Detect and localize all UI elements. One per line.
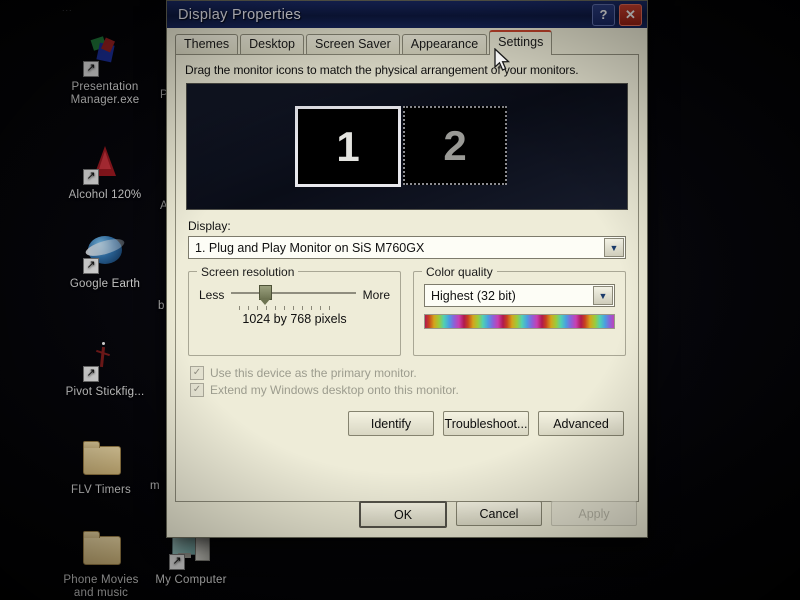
color-quality-dropdown[interactable]: Highest (32 bit) ▼ xyxy=(424,284,615,307)
desktop-icon-label: Google Earth xyxy=(69,278,141,290)
ok-button[interactable]: OK xyxy=(359,501,447,528)
checkbox-icon[interactable]: ✓ xyxy=(190,383,204,397)
troubleshoot-button[interactable]: Troubleshoot... xyxy=(443,411,529,436)
shortcut-arrow-icon: ↗ xyxy=(83,258,99,274)
settings-groups: Screen resolution Less More 1024 by 768 … xyxy=(188,265,626,356)
folder-icon xyxy=(79,438,123,480)
checkbox-icon[interactable]: ✓ xyxy=(190,366,204,380)
color-quality-group: Color quality Highest (32 bit) ▼ xyxy=(413,265,626,356)
desktop-icon-pivot-stickfigure[interactable]: ↗ Pivot Stickfig... xyxy=(57,340,153,399)
resolution-value: 1024 by 768 pixels xyxy=(242,312,347,326)
desktop-top-faint-text: ... xyxy=(62,3,73,13)
settings-action-buttons: Identify Troubleshoot... Advanced xyxy=(176,411,624,436)
desktop-icon-phone-movies[interactable]: Phone Movies and music xyxy=(53,528,149,600)
tab-appearance[interactable]: Appearance xyxy=(401,34,488,54)
display-properties-dialog: Display Properties ? ✕ Themes Desktop Sc… xyxy=(166,0,648,538)
slider-ticks xyxy=(238,306,334,310)
desktop-icon-label: Phone Movies and music xyxy=(63,574,139,599)
chevron-down-icon[interactable]: ▼ xyxy=(593,286,613,305)
tab-themes[interactable]: Themes xyxy=(175,34,239,54)
shortcut-arrow-icon: ↗ xyxy=(169,554,185,570)
extend-desktop-checkbox-row[interactable]: ✓ Extend my Windows desktop onto this mo… xyxy=(190,383,638,397)
chevron-down-icon[interactable]: ▼ xyxy=(604,238,624,257)
primary-monitor-checkbox-row[interactable]: ✓ Use this device as the primary monitor… xyxy=(190,366,638,380)
alcohol-120-icon: ↗ xyxy=(83,143,127,185)
monitor-arrangement-preview[interactable]: 1 2 xyxy=(186,83,628,210)
slider-less-label: Less xyxy=(199,288,225,302)
tab-screen-saver[interactable]: Screen Saver xyxy=(306,34,400,54)
slider-more-label: More xyxy=(362,288,390,302)
titlebar-buttons: ? ✕ xyxy=(592,4,642,26)
desktop-icon-label: Pivot Stickfig... xyxy=(65,386,145,398)
color-gradient-strip xyxy=(424,314,615,329)
occluded-label-m: m xyxy=(150,480,160,492)
screen-resolution-group: Screen resolution Less More 1024 by 768 … xyxy=(188,265,401,356)
presentation-manager-icon: ↗ xyxy=(83,35,127,77)
tab-desktop[interactable]: Desktop xyxy=(240,34,305,54)
dialog-title: Display Properties xyxy=(178,6,302,23)
monitor-2[interactable]: 2 xyxy=(403,106,507,185)
arrangement-hint: Drag the monitor icons to match the phys… xyxy=(185,63,579,77)
extend-desktop-label: Extend my Windows desktop onto this moni… xyxy=(210,383,459,397)
display-dropdown[interactable]: 1. Plug and Play Monitor on SiS M760GX ▼ xyxy=(188,236,626,259)
slider-thumb[interactable] xyxy=(258,285,272,305)
identify-button[interactable]: Identify xyxy=(348,411,434,436)
primary-monitor-label: Use this device as the primary monitor. xyxy=(210,366,417,380)
desktop-icon-presentation-manager[interactable]: ↗ Presentation Manager.exe xyxy=(57,35,153,107)
cancel-button[interactable]: Cancel xyxy=(456,501,542,526)
desktop-icon-label: My Computer xyxy=(155,574,227,586)
tab-settings[interactable]: Settings xyxy=(489,30,553,55)
occluded-label-b: b xyxy=(158,300,165,312)
monitor-checkboxes: ✓ Use this device as the primary monitor… xyxy=(190,366,638,397)
dialog-titlebar[interactable]: Display Properties ? ✕ xyxy=(167,1,647,28)
shortcut-arrow-icon: ↗ xyxy=(83,366,99,382)
pivot-stickfigure-icon: ↗ xyxy=(83,340,127,382)
dialog-footer-buttons: OK Cancel Apply xyxy=(359,501,637,528)
close-button[interactable]: ✕ xyxy=(619,4,642,26)
desktop-icon-label: Alcohol 120% xyxy=(68,189,142,201)
color-quality-value: Highest (32 bit) xyxy=(431,288,516,303)
color-quality-title: Color quality xyxy=(422,265,497,279)
advanced-button[interactable]: Advanced xyxy=(538,411,624,436)
desktop-icon-label: Presentation Manager.exe xyxy=(70,81,140,106)
resolution-slider-row: Less More xyxy=(199,284,390,310)
google-earth-icon: ↗ xyxy=(83,232,127,274)
monitor-1[interactable]: 1 xyxy=(295,106,401,187)
desktop-icon-flv-timers[interactable]: FLV Timers xyxy=(53,438,149,497)
display-label: Display: xyxy=(188,219,231,233)
shortcut-arrow-icon: ↗ xyxy=(83,169,99,185)
apply-button: Apply xyxy=(551,501,637,526)
resolution-slider[interactable] xyxy=(231,285,356,310)
desktop-icon-label: FLV Timers xyxy=(71,484,131,496)
screen-resolution-title: Screen resolution xyxy=(197,265,299,279)
slider-track-line xyxy=(231,292,356,294)
tab-strip: Themes Desktop Screen Saver Appearance S… xyxy=(167,30,647,55)
desktop-icon-alcohol-120[interactable]: ↗ Alcohol 120% xyxy=(57,143,153,202)
display-dropdown-value: 1. Plug and Play Monitor on SiS M760GX xyxy=(195,240,425,255)
folder-icon xyxy=(79,528,123,570)
help-button[interactable]: ? xyxy=(592,4,615,26)
settings-tab-page: Drag the monitor icons to match the phys… xyxy=(175,54,639,502)
desktop-icon-google-earth[interactable]: ↗ Google Earth xyxy=(57,232,153,291)
shortcut-arrow-icon: ↗ xyxy=(83,61,99,77)
